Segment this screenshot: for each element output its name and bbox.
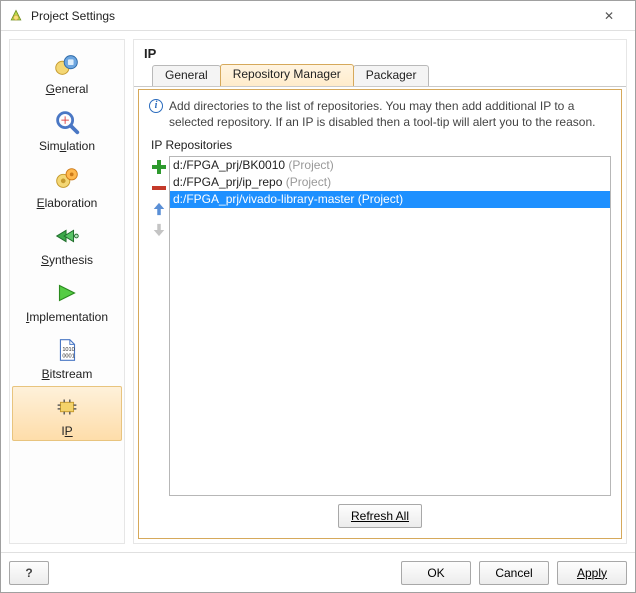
sidebar-item-ip[interactable]: IP xyxy=(12,386,122,441)
window-title: Project Settings xyxy=(31,9,589,23)
repo-list-item[interactable]: d:/FPGA_prj/ip_repo (Project) xyxy=(170,174,610,191)
add-repo-button[interactable] xyxy=(150,158,168,176)
sidebar-item-implementation[interactable]: Implementation xyxy=(12,272,122,327)
svg-text:0001: 0001 xyxy=(62,354,74,360)
plus-icon xyxy=(151,159,167,175)
minus-icon xyxy=(151,180,167,196)
dialog-footer: ? OK Cancel Apply xyxy=(1,552,635,592)
dialog-body: General Simulation xyxy=(1,31,635,552)
sidebar-item-simulation[interactable]: Simulation xyxy=(12,101,122,156)
repo-path: d:/FPGA_prj/ip_repo xyxy=(173,175,282,189)
move-up-button[interactable] xyxy=(150,200,168,218)
tab-repository-manager[interactable]: Repository Manager xyxy=(220,64,354,86)
sidebar-item-bitstream[interactable]: 1010 0001 Bitstream xyxy=(12,329,122,384)
tab-page-repository-manager: i Add directories to the list of reposit… xyxy=(138,89,622,539)
footer-buttons: OK Cancel Apply xyxy=(401,561,627,585)
help-button[interactable]: ? xyxy=(9,561,49,585)
arrow-down-icon xyxy=(152,223,166,237)
project-settings-dialog: Project Settings ✕ General xyxy=(0,0,636,593)
sidebar-item-general[interactable]: General xyxy=(12,44,122,99)
refresh-wrap: Refresh All xyxy=(149,496,611,528)
page-title: IP xyxy=(134,40,626,65)
cancel-button[interactable]: Cancel xyxy=(479,561,549,585)
button-label: Apply xyxy=(577,566,607,580)
sidebar-item-label: IP xyxy=(61,424,72,438)
close-icon: ✕ xyxy=(604,9,614,23)
tab-label: General xyxy=(165,68,208,82)
info-line: i Add directories to the list of reposit… xyxy=(149,98,611,130)
tab-packager[interactable]: Packager xyxy=(353,65,430,86)
repo-path: d:/FPGA_prj/vivado-library-master xyxy=(173,192,354,206)
info-icon: i xyxy=(149,99,163,113)
repo-area: d:/FPGA_prj/BK0010 (Project) d:/FPGA_prj… xyxy=(149,156,611,496)
elaboration-icon xyxy=(51,163,83,195)
button-label: Refresh All xyxy=(351,509,409,523)
app-icon xyxy=(7,7,25,25)
synthesis-icon xyxy=(51,220,83,252)
remove-repo-button[interactable] xyxy=(150,179,168,197)
category-sidebar: General Simulation xyxy=(9,39,125,544)
tab-label: Repository Manager xyxy=(233,67,341,81)
window-close-button[interactable]: ✕ xyxy=(589,3,629,29)
repo-list[interactable]: d:/FPGA_prj/BK0010 (Project) d:/FPGA_prj… xyxy=(169,156,611,496)
general-icon xyxy=(51,49,83,81)
sidebar-item-label: Simulation xyxy=(39,139,95,153)
tab-general[interactable]: General xyxy=(152,65,221,86)
repo-suffix: (Project) xyxy=(354,192,403,206)
main-panel: IP General Repository Manager Packager i… xyxy=(133,39,627,544)
repo-path: d:/FPGA_prj/BK0010 xyxy=(173,158,285,172)
implementation-icon xyxy=(51,277,83,309)
apply-button[interactable]: Apply xyxy=(557,561,627,585)
ip-icon xyxy=(51,391,83,423)
tab-label: Packager xyxy=(366,68,417,82)
sidebar-item-synthesis[interactable]: Synthesis xyxy=(12,215,122,270)
sidebar-item-label: Implementation xyxy=(26,310,108,324)
sidebar-item-label: General xyxy=(46,82,89,96)
refresh-all-button[interactable]: Refresh All xyxy=(338,504,422,528)
sidebar-item-label: Synthesis xyxy=(41,253,93,267)
arrow-up-icon xyxy=(152,202,166,216)
titlebar: Project Settings ✕ xyxy=(1,1,635,31)
repo-suffix: (Project) xyxy=(285,158,334,172)
tab-bar: General Repository Manager Packager xyxy=(134,65,626,87)
bitstream-icon: 1010 0001 xyxy=(51,334,83,366)
sidebar-item-label: Elaboration xyxy=(37,196,98,210)
svg-text:1010: 1010 xyxy=(62,347,74,353)
info-text: Add directories to the list of repositor… xyxy=(169,98,611,130)
ip-repositories-label: IP Repositories xyxy=(151,138,611,152)
repo-list-item[interactable]: d:/FPGA_prj/vivado-library-master (Proje… xyxy=(170,191,610,208)
sidebar-item-elaboration[interactable]: Elaboration xyxy=(12,158,122,213)
repo-suffix: (Project) xyxy=(282,175,331,189)
ok-button[interactable]: OK xyxy=(401,561,471,585)
repo-list-item[interactable]: d:/FPGA_prj/BK0010 (Project) xyxy=(170,157,610,174)
simulation-icon xyxy=(51,106,83,138)
sidebar-item-label: Bitstream xyxy=(42,367,93,381)
move-down-button[interactable] xyxy=(150,221,168,239)
repo-toolbar xyxy=(149,156,169,496)
